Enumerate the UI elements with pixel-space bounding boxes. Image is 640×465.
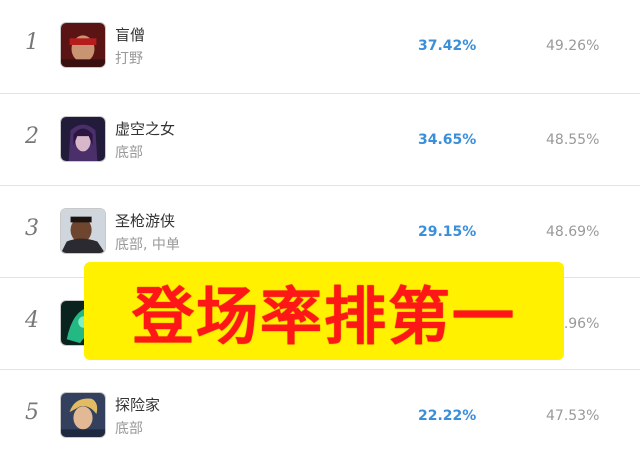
rank-number: 5 [25, 400, 39, 425]
ezreal-avatar [60, 392, 106, 438]
rank-number: 4 [25, 308, 39, 333]
win-rate: 48.69% [546, 224, 600, 240]
champion-role: 底部 [115, 145, 143, 161]
pick-rate: 34.65% [418, 132, 477, 148]
win-rate: 48.55% [546, 132, 600, 148]
lucian-avatar [60, 208, 106, 254]
rank-number: 1 [25, 30, 39, 55]
champion-role: 底部, 中单 [115, 237, 180, 253]
win-rate: 47.53% [546, 408, 600, 424]
champion-list: 1 盲僧 打野 37.42% 49.26% 2 虚空之女 底部 34.65% 4… [0, 0, 640, 462]
champion-role: 打野 [115, 51, 143, 67]
rank-number: 2 [25, 124, 39, 149]
pick-rate: 22.22% [418, 408, 477, 424]
win-rate: 49.26% [546, 38, 600, 54]
caption-text: 登场率排第一 [131, 280, 516, 353]
caption-banner: 登场率排第一 [84, 262, 564, 360]
kaisa-avatar [60, 116, 106, 162]
champion-row-1[interactable]: 1 盲僧 打野 37.42% 49.26% [0, 0, 640, 94]
champion-row-2[interactable]: 2 虚空之女 底部 34.65% 48.55% [0, 94, 640, 186]
champion-name: 盲僧 [115, 26, 146, 44]
pick-rate: 29.15% [418, 224, 477, 240]
champion-row-5[interactable]: 5 探险家 底部 22.22% 47.53% [0, 370, 640, 462]
pick-rate: 37.42% [418, 38, 477, 54]
lee-sin-avatar [60, 22, 106, 68]
champion-name: 虚空之女 [115, 120, 176, 138]
champion-name: 圣枪游侠 [115, 212, 176, 230]
champion-ranking-panel: 1 盲僧 打野 37.42% 49.26% 2 虚空之女 底部 34.65% 4… [0, 0, 640, 465]
champion-name: 探险家 [115, 396, 161, 414]
champion-role: 底部 [115, 421, 143, 437]
rank-number: 3 [25, 216, 39, 241]
